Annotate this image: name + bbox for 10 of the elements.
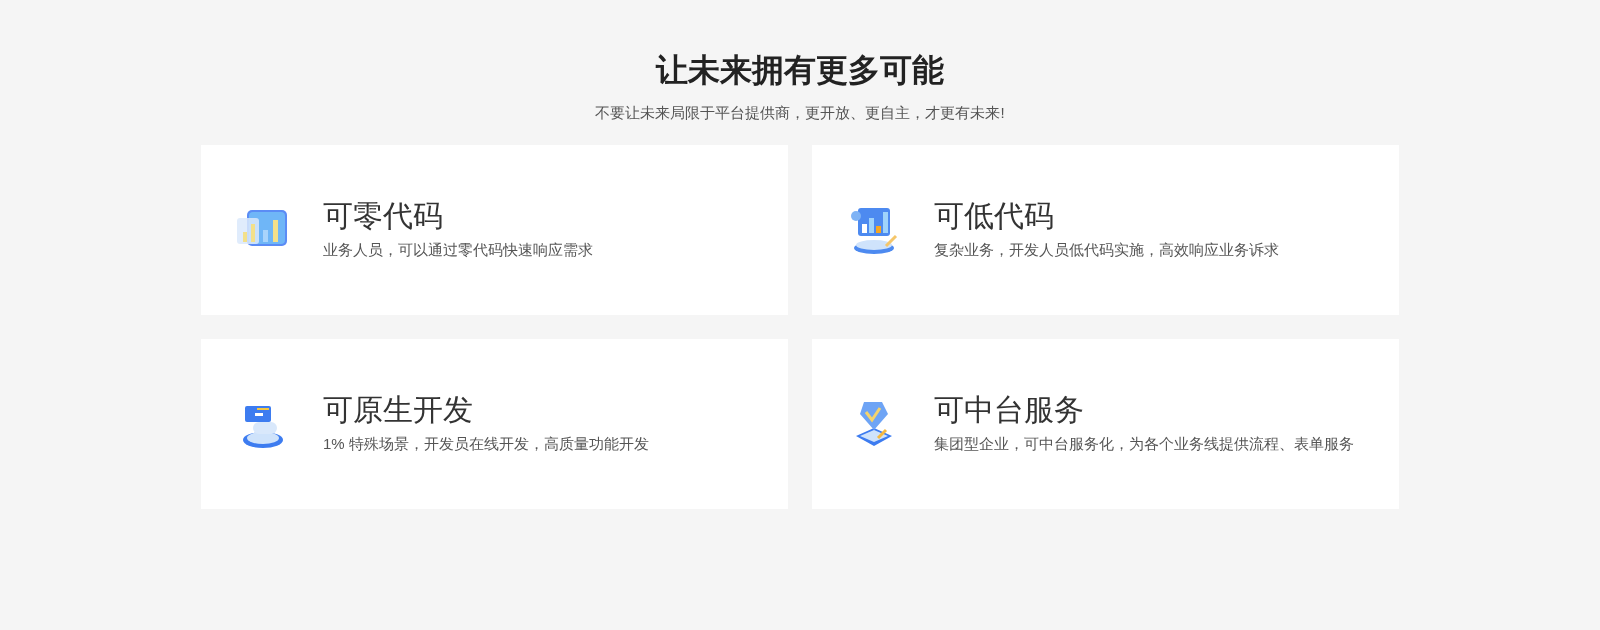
feature-description: 集团型企业，可中台服务化，为各个业务线提供流程、表单服务 (934, 434, 1354, 455)
feature-title: 可零代码 (323, 198, 444, 235)
section-heading: 让未来拥有更多可能 (656, 51, 944, 90)
feature-description: 1% 特殊场景，开发员在线开发，高质量功能开发 (323, 434, 649, 455)
feature-title: 可低代码 (934, 198, 1055, 235)
feature-description: 复杂业务，开发人员低代码实施，高效响应业务诉求 (934, 240, 1279, 261)
feature-description: 业务人员，可以通过零代码快速响应需求 (323, 240, 593, 261)
feature-title: 可中台服务 (934, 392, 1085, 429)
feature-title: 可原生开发 (323, 392, 474, 429)
section-subheading: 不要让未来局限于平台提供商，更开放、更自主，才更有未来! (595, 103, 1005, 123)
